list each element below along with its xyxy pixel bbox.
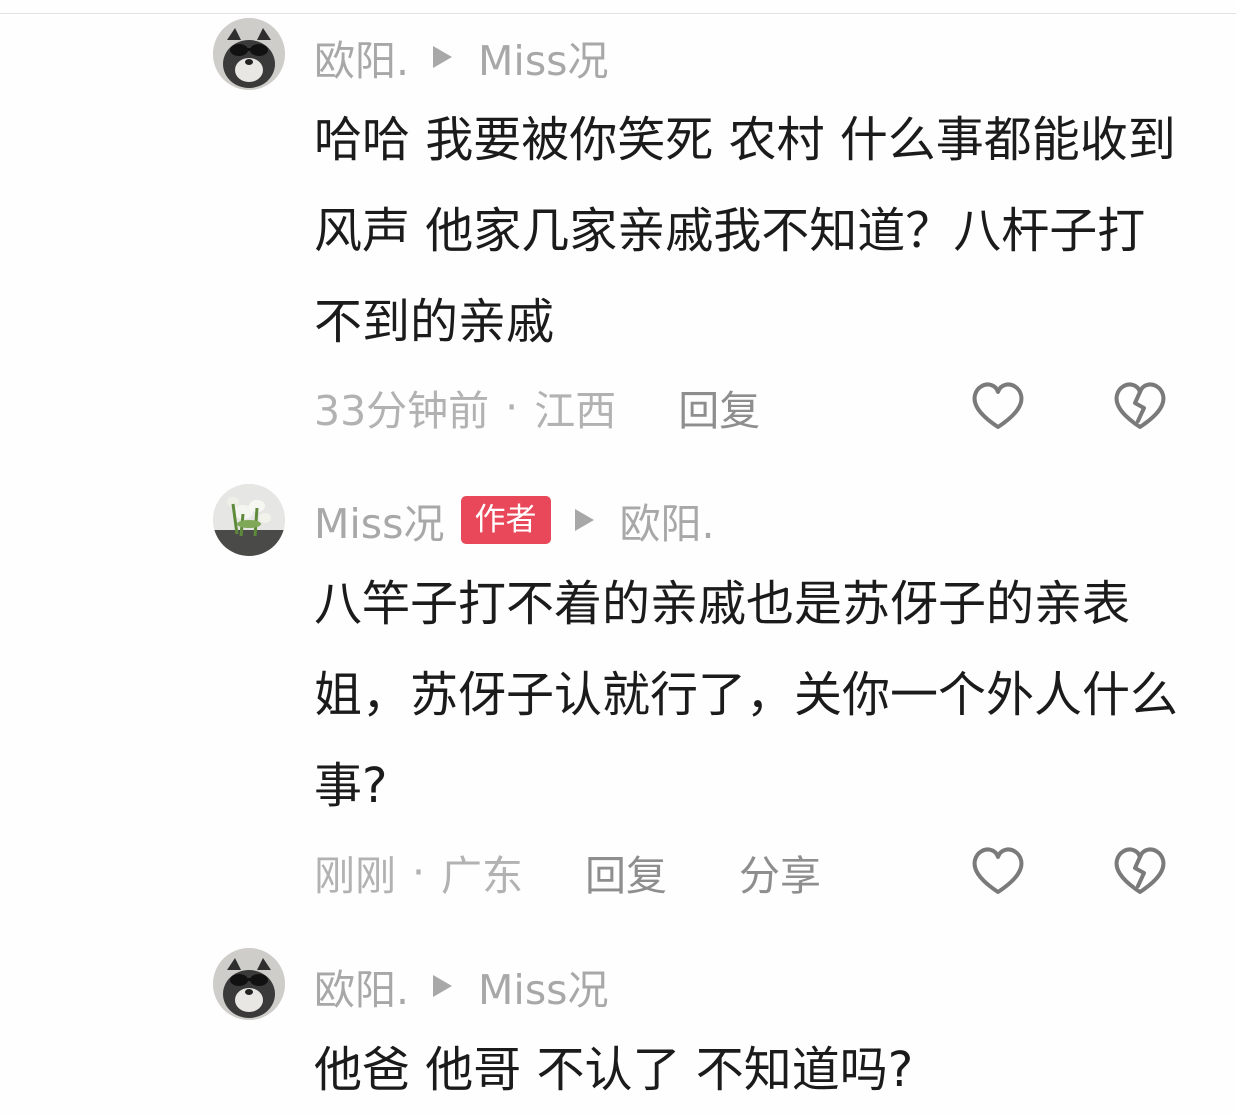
user-avatar[interactable]: [213, 18, 285, 90]
reply-to-username[interactable]: 欧阳.: [620, 490, 715, 550]
meta-separator: ·: [412, 848, 426, 896]
comment-header: 欧阳. Miss况: [314, 956, 609, 1016]
dog-avatar-icon: [213, 948, 285, 1020]
broken-heart-icon: [1114, 847, 1166, 894]
comment-text: 哈哈 我要被你笑死 农村 什么事都能收到风声 他家几家亲戚我不知道？八杆子打不到…: [314, 112, 1176, 350]
dog-avatar-icon: [213, 18, 285, 90]
location: 江西: [534, 387, 617, 435]
comment-text: 八竿子打不着的亲戚也是苏伢子的亲表姐，苏伢子认就行了，关你一个外人什么事?: [314, 576, 1179, 814]
user-avatar[interactable]: [213, 948, 285, 1020]
comment-meta: 33分钟前 · 江西 回复: [314, 377, 760, 437]
username[interactable]: Miss况: [314, 490, 445, 550]
location: 广东: [441, 852, 524, 900]
comment-header: Miss况 作者 欧阳.: [314, 490, 715, 550]
reply-arrow-icon: [574, 509, 594, 531]
broken-heart-icon: [1114, 382, 1166, 429]
share-button[interactable]: 分享: [739, 842, 821, 902]
top-divider: [0, 13, 1236, 14]
timestamp: 33分钟前: [314, 387, 490, 435]
heart-icon: [972, 382, 1024, 429]
heart-icon: [972, 847, 1024, 894]
author-badge: 作者: [460, 496, 551, 544]
like-button[interactable]: [969, 842, 1027, 900]
username[interactable]: 欧阳.: [314, 27, 409, 87]
meta-separator: ·: [505, 383, 519, 431]
reply-to-username[interactable]: Miss况: [478, 956, 609, 1016]
dislike-button[interactable]: [1111, 842, 1169, 900]
user-avatar[interactable]: [213, 484, 285, 556]
comment-text: 他爸 他哥 不认了 不知道吗?: [314, 1042, 914, 1098]
reply-button[interactable]: 回复: [585, 842, 667, 902]
timestamp: 刚刚: [314, 852, 396, 900]
reply-to-username[interactable]: Miss况: [478, 27, 609, 87]
reply-button[interactable]: 回复: [678, 377, 760, 437]
comment-meta: 刚刚 · 广东 回复 分享: [314, 842, 821, 902]
username[interactable]: 欧阳.: [314, 956, 409, 1016]
comment-header: 欧阳. Miss况: [314, 27, 609, 87]
like-button[interactable]: [969, 377, 1027, 435]
reply-arrow-icon: [433, 46, 453, 68]
flower-bouquet-avatar-icon: [213, 484, 285, 556]
dislike-button[interactable]: [1111, 377, 1169, 435]
reply-arrow-icon: [433, 975, 453, 997]
